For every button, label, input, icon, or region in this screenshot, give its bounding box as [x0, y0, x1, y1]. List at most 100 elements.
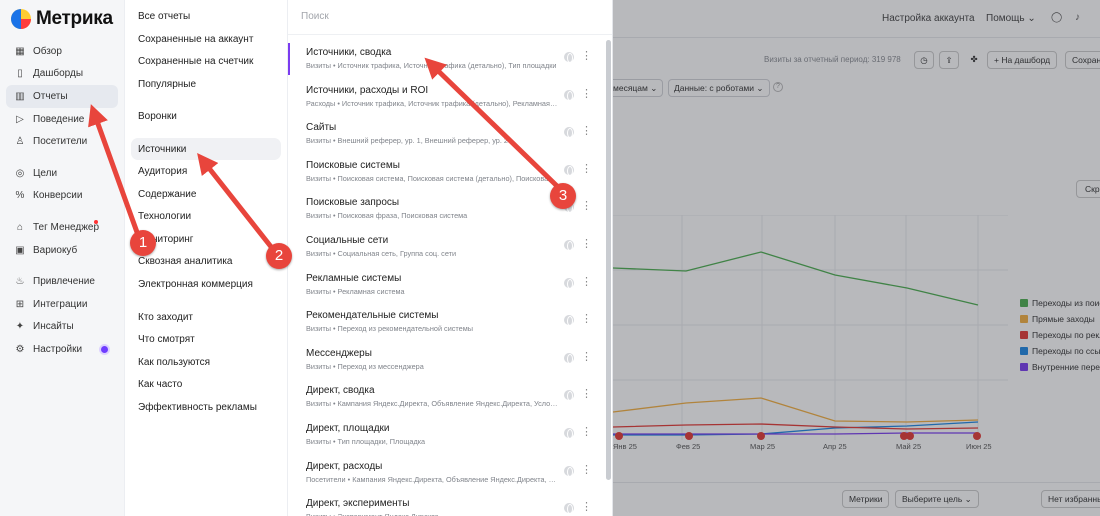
- group-end-to-end-analytics[interactable]: Сквозная аналитика: [131, 250, 281, 272]
- report-item[interactable]: Директ, эксперименты Визиты • Эксперимент…: [288, 493, 598, 516]
- group-what-they-view[interactable]: Что смотрят: [131, 328, 281, 350]
- legend-item[interactable]: Переходы из поисковых систем: [1020, 298, 1100, 308]
- more-menu-icon[interactable]: ⋮: [581, 502, 592, 513]
- group-saved-counter[interactable]: Сохраненные на счетчик: [131, 50, 281, 72]
- legend-item[interactable]: Переходы по ссылкам на сайтах: [1020, 346, 1100, 356]
- group-funnels[interactable]: Воронки: [131, 105, 281, 127]
- sidebar-item-visitors[interactable]: ♙ Посетители: [6, 130, 118, 153]
- sidebar-item-reports[interactable]: ▥ Отчеты: [6, 85, 118, 108]
- report-item[interactable]: Директ, расходы Посетители • Кампания Янд…: [288, 456, 598, 494]
- more-menu-icon[interactable]: ⋮: [581, 464, 592, 476]
- more-menu-icon[interactable]: ⋮: [581, 389, 592, 400]
- globe-icon[interactable]: [564, 89, 574, 101]
- chat-icon[interactable]: ◯: [1051, 12, 1062, 23]
- sidebar-item-settings[interactable]: ⚙ Настройки: [6, 338, 118, 361]
- report-item[interactable]: Рекомендательные системы Визиты • Переход…: [288, 305, 598, 343]
- group-sources[interactable]: Источники: [131, 138, 281, 160]
- legend-swatch: [1020, 299, 1028, 307]
- sidebar-item-behavior[interactable]: ▷ Поведение: [6, 108, 118, 131]
- sidebar-item-insights[interactable]: ✦ Инсайты: [6, 316, 118, 339]
- globe-icon[interactable]: [564, 503, 574, 515]
- group-ad-efficiency[interactable]: Эффективность рекламы: [131, 396, 281, 418]
- group-saved-account[interactable]: Сохраненные на аккаунт: [131, 28, 281, 50]
- report-search-input[interactable]: Поиск: [301, 11, 329, 22]
- hide-chart-button[interactable]: Скрыть: [1076, 180, 1100, 198]
- more-menu-icon[interactable]: ⋮: [581, 427, 592, 438]
- globe-icon[interactable]: [564, 277, 574, 289]
- report-title: Рекомендательные системы: [306, 310, 439, 322]
- report-item[interactable]: Источники, расходы и ROI Расходы • Источн…: [288, 80, 598, 118]
- group-technologies[interactable]: Технологии: [131, 205, 281, 227]
- legend-item[interactable]: Переходы по рекламе: [1020, 330, 1100, 340]
- sidebar-item-label: Инсайты: [33, 321, 74, 333]
- group-who-visits[interactable]: Кто заходит: [131, 306, 281, 328]
- sidebar-item-tag-manager[interactable]: ⌂ Тег Менеджер: [6, 216, 118, 239]
- add-to-dashboard-button[interactable]: + На дашборд: [987, 51, 1058, 69]
- report-item[interactable]: Рекламные системы Визиты • Рекламная сист…: [288, 268, 598, 306]
- report-item[interactable]: Сайты Визиты • Внешний реферер, ур. 1, Вн…: [288, 117, 598, 155]
- more-menu-icon[interactable]: ⋮: [581, 201, 592, 212]
- globe-icon[interactable]: [564, 352, 574, 364]
- ai-assistant-icon[interactable]: ✤: [964, 51, 984, 69]
- report-item[interactable]: Директ, площадки Визиты • Тип площадки, П…: [288, 418, 598, 456]
- globe-icon[interactable]: [564, 164, 574, 176]
- sidebar-item-goals[interactable]: ◎ Цели: [6, 162, 118, 185]
- metrics-button[interactable]: Метрики: [842, 490, 890, 508]
- group-how-often[interactable]: Как часто: [131, 373, 281, 395]
- group-all-reports[interactable]: Все отчеты: [131, 5, 281, 27]
- clock-icon[interactable]: ◷: [914, 51, 934, 69]
- robots-dropdown[interactable]: Данные: с роботами ⌄: [668, 79, 770, 97]
- legend-item[interactable]: Внутренние переходы: [1020, 362, 1100, 372]
- save-report-button[interactable]: Сохранить: [1065, 51, 1100, 69]
- report-item[interactable]: Мессенджеры Визиты • Переход из мессендже…: [288, 343, 598, 381]
- globe-icon[interactable]: [564, 315, 574, 327]
- legend-label: Прямые заходы: [1032, 314, 1095, 324]
- more-menu-icon[interactable]: ⋮: [581, 163, 592, 175]
- globe-icon[interactable]: [564, 390, 574, 402]
- group-popular[interactable]: Популярные: [131, 73, 281, 95]
- help-menu[interactable]: Помощь ⌄: [986, 13, 1036, 24]
- more-menu-icon[interactable]: ⋮: [581, 126, 592, 137]
- globe-icon[interactable]: [564, 127, 574, 139]
- sidebar-item-variocube[interactable]: ▣ Вариокуб: [6, 239, 118, 262]
- more-menu-icon[interactable]: ⋮: [581, 239, 592, 250]
- metrika-logo[interactable]: Метрика: [11, 8, 113, 30]
- help-icon[interactable]: ?: [773, 82, 783, 92]
- more-menu-icon[interactable]: ⋮: [581, 276, 592, 288]
- report-item[interactable]: Источники, сводка Визиты • Источник трафи…: [288, 42, 598, 80]
- report-item[interactable]: Социальные сети Визиты • Социальная сеть,…: [288, 230, 598, 268]
- sidebar-item-dashboards[interactable]: ▯ Дашборды: [6, 63, 118, 86]
- more-menu-icon[interactable]: ⋮: [581, 351, 592, 363]
- grid-icon: ▦: [15, 45, 25, 57]
- grouping-period-dropdown[interactable]: месяцам ⌄: [613, 79, 664, 97]
- sidebar-item-overview[interactable]: ▦ Обзор: [6, 40, 118, 63]
- more-menu-icon[interactable]: ⋮: [581, 51, 592, 62]
- scrollbar-thumb[interactable]: [606, 40, 611, 480]
- group-ecommerce[interactable]: Электронная коммерция: [131, 273, 281, 295]
- group-content[interactable]: Содержание: [131, 183, 281, 205]
- account-settings-link[interactable]: Настройка аккаунта: [882, 13, 975, 24]
- cube-icon: ▣: [15, 244, 25, 256]
- group-audience[interactable]: Аудитория: [131, 160, 281, 182]
- more-menu-icon[interactable]: ⋮: [581, 88, 592, 100]
- globe-icon[interactable]: [564, 465, 574, 477]
- favorites-dropdown[interactable]: Нет избранных: [1041, 490, 1100, 508]
- group-how-they-use[interactable]: Как пользуются: [131, 351, 281, 373]
- sidebar-item-acquisition[interactable]: ♨ Привлечение: [6, 270, 118, 293]
- sidebar-item-conversions[interactable]: % Конверсии: [6, 185, 118, 208]
- choose-goal-dropdown[interactable]: Выберите цель ⌄: [895, 490, 979, 508]
- globe-icon[interactable]: [564, 52, 574, 63]
- sidebar-item-label: Привлечение: [33, 276, 95, 288]
- more-menu-icon[interactable]: ⋮: [581, 314, 592, 325]
- globe-icon[interactable]: [564, 428, 574, 439]
- report-title: Директ, сводка: [306, 385, 375, 397]
- globe-icon[interactable]: [564, 240, 574, 251]
- sidebar-item-label: Посетители: [33, 136, 88, 148]
- report-item[interactable]: Поисковые системы Визиты • Поисковая сист…: [288, 155, 598, 193]
- report-item[interactable]: Директ, сводка Визиты • Кампания Яндекс.Д…: [288, 380, 598, 418]
- share-icon[interactable]: ⇪: [939, 51, 959, 69]
- bell-icon[interactable]: ♪: [1075, 12, 1086, 23]
- legend-item[interactable]: Прямые заходы: [1020, 314, 1095, 324]
- sidebar-item-integrations[interactable]: ⊞ Интеграции: [6, 293, 118, 316]
- sidebar-item-label: Конверсии: [33, 190, 83, 202]
